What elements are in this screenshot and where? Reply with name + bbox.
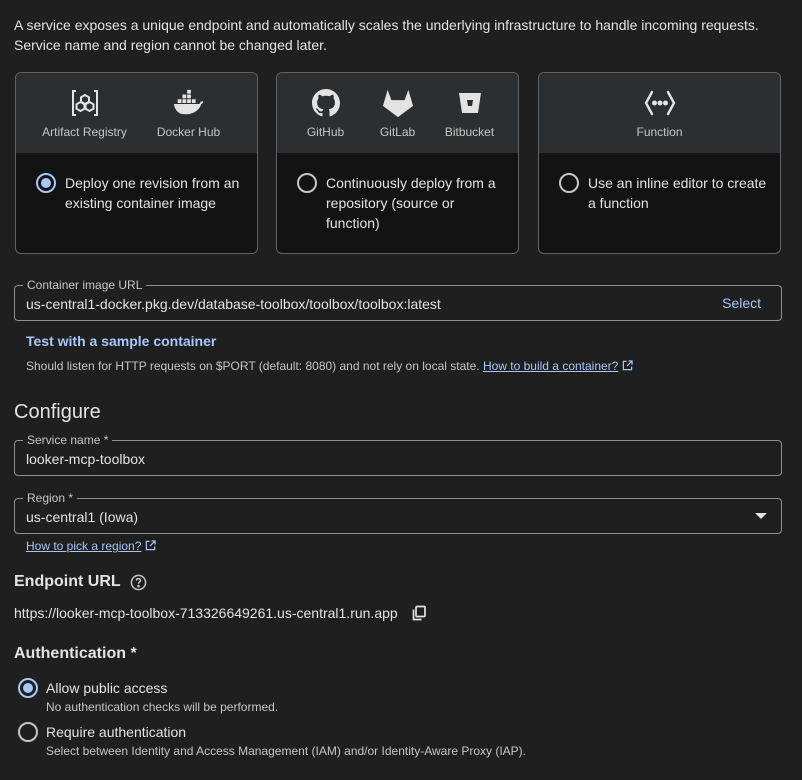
card-option: Use an inline editor to create a functio… (539, 153, 780, 213)
source-gitlab: GitLab (362, 87, 434, 139)
configure-heading: Configure (14, 401, 101, 423)
region-select[interactable]: Region * us-central1 (Iowa) (14, 491, 782, 534)
endpoint-url-heading: Endpoint URL (14, 573, 147, 591)
auth-option-require[interactable]: Require authentication Select between Id… (18, 722, 526, 759)
how-to-build-container-link[interactable]: How to build a container? (483, 359, 634, 373)
copy-icon[interactable] (411, 605, 427, 621)
source-docker-hub: Docker Hub (137, 87, 241, 139)
service-name-input[interactable]: looker-mcp-toolbox (26, 450, 145, 468)
deploy-option-card-function[interactable]: Function Use an inline editor to create … (538, 72, 781, 254)
open-in-new-icon (146, 540, 157, 551)
region-help: How to pick a region? (26, 539, 157, 553)
radio-allow-public[interactable] (18, 678, 38, 698)
docker-icon (173, 87, 205, 119)
auth-option-text: Require authentication Select between Id… (46, 723, 526, 759)
deploy-option-card-container-image[interactable]: Artifact Registry Docker Hub Deploy one … (15, 72, 258, 254)
service-name-label: Service name * (23, 433, 113, 447)
how-to-pick-region-link[interactable]: How to pick a region? (26, 539, 157, 553)
container-hint-text: Should listen for HTTP requests on $PORT… (26, 359, 480, 373)
auth-option-public[interactable]: Allow public access No authentication ch… (18, 678, 278, 715)
bitbucket-icon (454, 87, 486, 119)
source-label: Docker Hub (156, 125, 221, 139)
source-label: GitLab (379, 125, 416, 139)
auth-option-title: Require authentication (46, 724, 187, 740)
auth-option-text: Allow public access No authentication ch… (46, 679, 278, 715)
auth-option-title: Allow public access (46, 680, 168, 696)
radio-container-image[interactable] (36, 173, 56, 193)
region-label: Region * (23, 491, 78, 505)
intro-line-2: Service name and region cannot be change… (14, 37, 327, 53)
region-value: us-central1 (Iowa) (26, 509, 139, 525)
container-image-url-field[interactable]: Container image URL us-central1-docker.p… (14, 278, 782, 321)
card-sources-header: Function (539, 73, 780, 153)
endpoint-url: https://looker-mcp-toolbox-713326649261.… (14, 605, 427, 621)
select-image-button[interactable]: Select (722, 295, 761, 311)
source-label: Artifact Registry (42, 125, 127, 139)
function-icon (644, 87, 676, 119)
option-label: Use an inline editor to create a functio… (588, 175, 767, 211)
radio-require-auth[interactable] (18, 722, 38, 742)
artifact-registry-icon (69, 87, 101, 119)
card-sources-header: Artifact Registry Docker Hub (16, 73, 257, 153)
open-in-new-icon (623, 360, 634, 371)
auth-option-desc: No authentication checks will be perform… (46, 700, 279, 714)
endpoint-heading-text: Endpoint URL (14, 573, 121, 590)
test-sample-container-link[interactable]: Test with a sample container (26, 333, 216, 349)
endpoint-url-text: https://looker-mcp-toolbox-713326649261.… (14, 605, 398, 621)
container-image-url-input[interactable]: us-central1-docker.pkg.dev/database-tool… (26, 295, 441, 313)
card-option: Deploy one revision from an existing con… (16, 153, 257, 213)
container-image-url-label: Container image URL (23, 278, 147, 292)
source-artifact-registry: Artifact Registry (33, 87, 137, 139)
card-option: Continuously deploy from a repository (s… (277, 153, 518, 233)
option-label: Deploy one revision from an existing con… (65, 175, 240, 211)
source-function: Function (608, 87, 712, 139)
option-label: Continuously deploy from a repository (s… (326, 175, 496, 231)
dropdown-arrow-icon[interactable] (755, 513, 767, 519)
intro-line-1: A service exposes a unique endpoint and … (14, 17, 759, 33)
source-label: Function (636, 125, 683, 139)
source-bitbucket: Bitbucket (434, 87, 506, 139)
service-name-field[interactable]: Service name * looker-mcp-toolbox (14, 433, 782, 476)
radio-function[interactable] (559, 173, 579, 193)
radio-repository[interactable] (297, 173, 317, 193)
help-icon[interactable] (130, 574, 147, 591)
container-hint: Should listen for HTTP requests on $PORT… (26, 359, 634, 373)
gitlab-icon (382, 87, 414, 119)
intro-text: A service exposes a unique endpoint and … (14, 15, 794, 55)
source-github: GitHub (290, 87, 362, 139)
source-label: GitHub (306, 125, 345, 139)
github-icon (310, 87, 342, 119)
authentication-heading: Authentication * (14, 645, 137, 662)
auth-option-desc: Select between Identity and Access Manag… (46, 744, 527, 758)
deploy-option-card-repository[interactable]: GitHub GitLab Bitbucket Continuously dep… (276, 72, 519, 254)
create-service-page: A service exposes a unique endpoint and … (0, 0, 802, 780)
card-sources-header: GitHub GitLab Bitbucket (277, 73, 518, 153)
source-label: Bitbucket (444, 125, 495, 139)
